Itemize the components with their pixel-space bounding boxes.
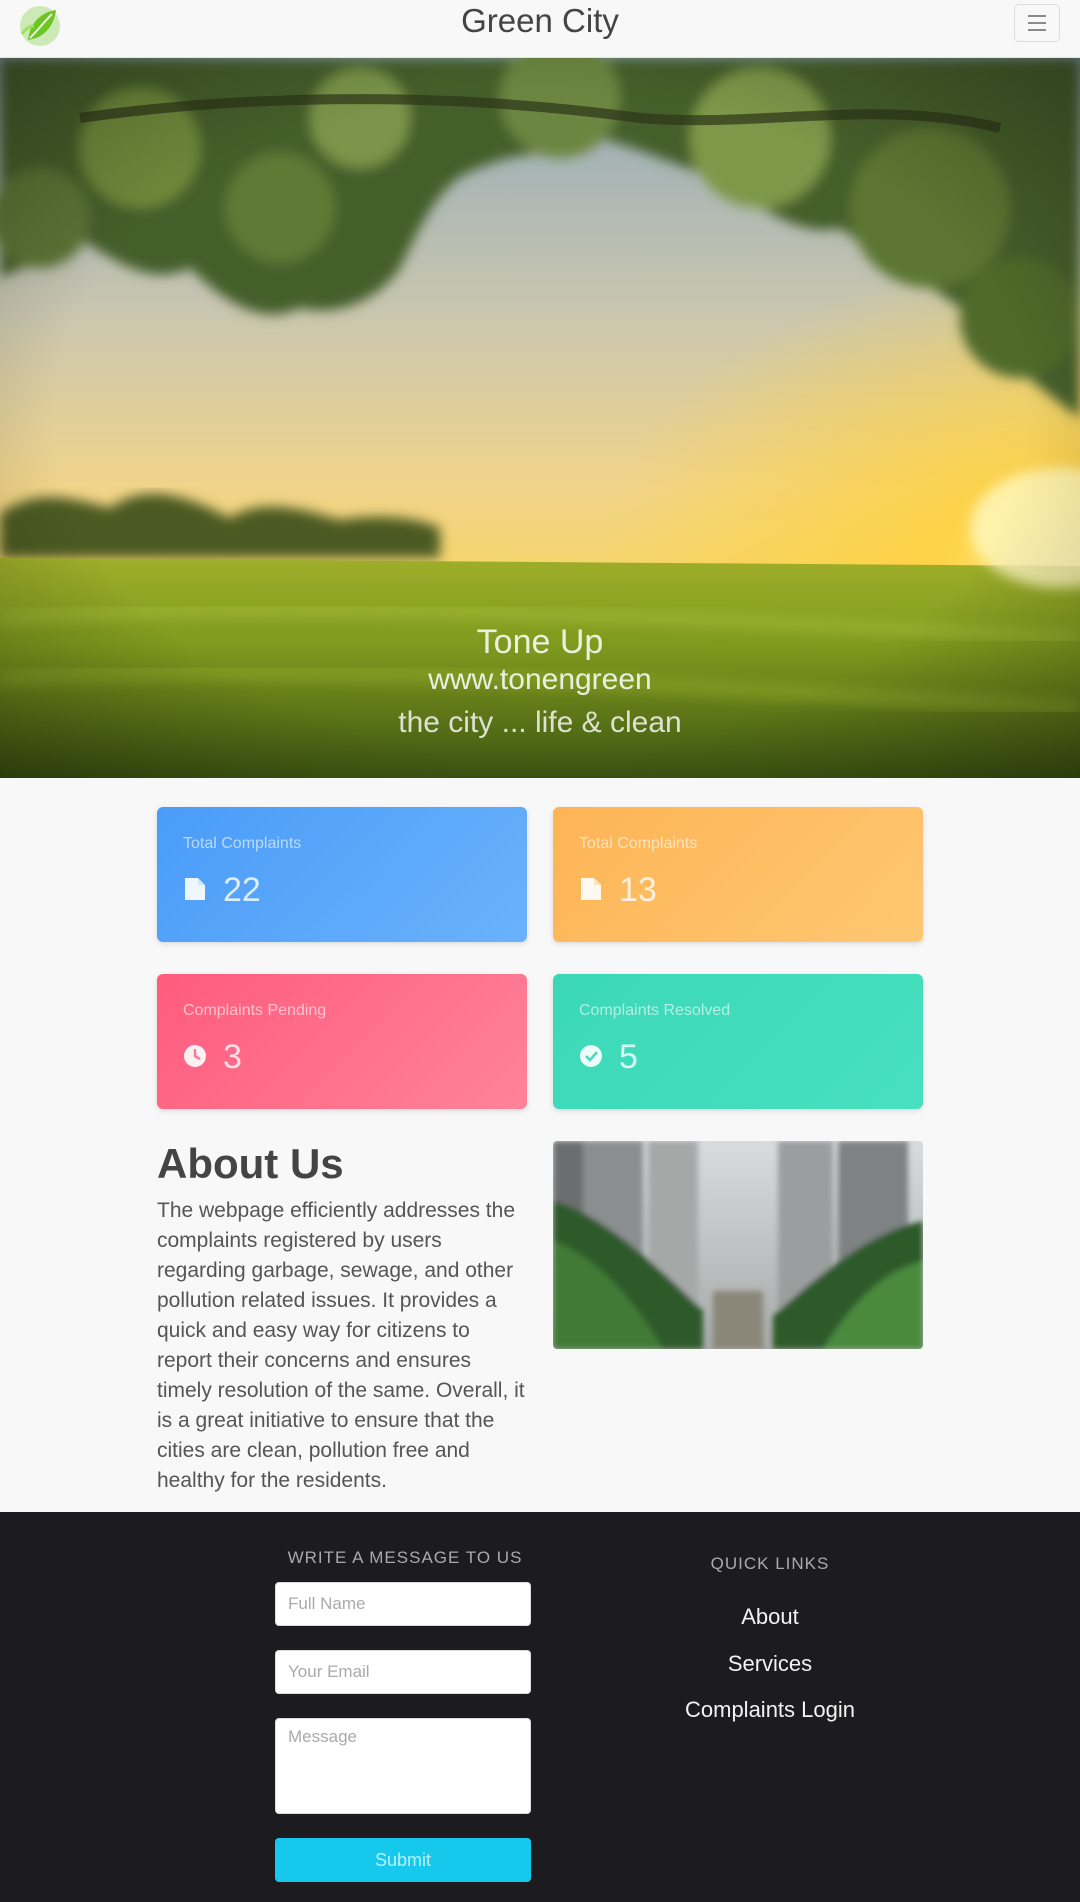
submit-button[interactable]: Submit	[275, 1838, 531, 1882]
stat-value: 5	[619, 1038, 638, 1076]
clock-icon	[184, 1045, 206, 1067]
stat-card-total-complaints-2[interactable]: Total Complaints 13	[553, 807, 923, 942]
contact-form-title: WRITE A MESSAGE TO US	[287, 1548, 523, 1567]
stat-label: Complaints Resolved	[579, 1002, 731, 1019]
footer-link-services[interactable]: Services	[640, 1651, 900, 1677]
brand-title[interactable]: Green City	[0, 0, 1080, 42]
quick-links-title: QUICK LINKS	[710, 1554, 830, 1573]
stat-label: Total Complaints	[579, 835, 698, 852]
stat-label: Complaints Pending	[183, 1002, 327, 1019]
stat-card-total-complaints[interactable]: Total Complaints 22	[157, 807, 527, 942]
full-name-input[interactable]	[275, 1582, 531, 1626]
email-input[interactable]	[275, 1650, 531, 1694]
footer-link-about[interactable]: About	[640, 1604, 900, 1630]
about-text: The webpage efficiently addresses the co…	[157, 1199, 525, 1492]
hamburger-menu-button[interactable]	[1014, 4, 1060, 42]
city-street-image	[553, 1141, 923, 1349]
message-textarea[interactable]	[275, 1718, 531, 1814]
file-icon	[185, 878, 205, 900]
hero-banner: Tone Up www.tonengreen the city ... life…	[0, 58, 1080, 778]
hero-subheading: www.tonengreen	[428, 663, 652, 696]
hamburger-icon	[1028, 15, 1046, 17]
navbar: Green City	[0, 0, 1080, 58]
stat-card-complaints-pending[interactable]: Complaints Pending 3	[157, 974, 527, 1109]
hero-tagline: the city ... life & clean	[398, 706, 682, 739]
footer: WRITE A MESSAGE TO US Submit QUICK LINKS…	[0, 1512, 1080, 1902]
footer-link-complaints-login[interactable]: Complaints Login	[640, 1697, 900, 1723]
stat-value: 22	[223, 871, 261, 909]
file-icon	[581, 878, 601, 900]
about-title: About Us	[157, 1140, 344, 1187]
stat-label: Total Complaints	[183, 835, 302, 852]
stat-value: 3	[223, 1038, 242, 1076]
check-icon	[580, 1045, 602, 1067]
stat-value: 13	[619, 871, 657, 909]
stat-card-complaints-resolved[interactable]: Complaints Resolved 5	[553, 974, 923, 1109]
hero-heading: Tone Up	[476, 623, 604, 661]
